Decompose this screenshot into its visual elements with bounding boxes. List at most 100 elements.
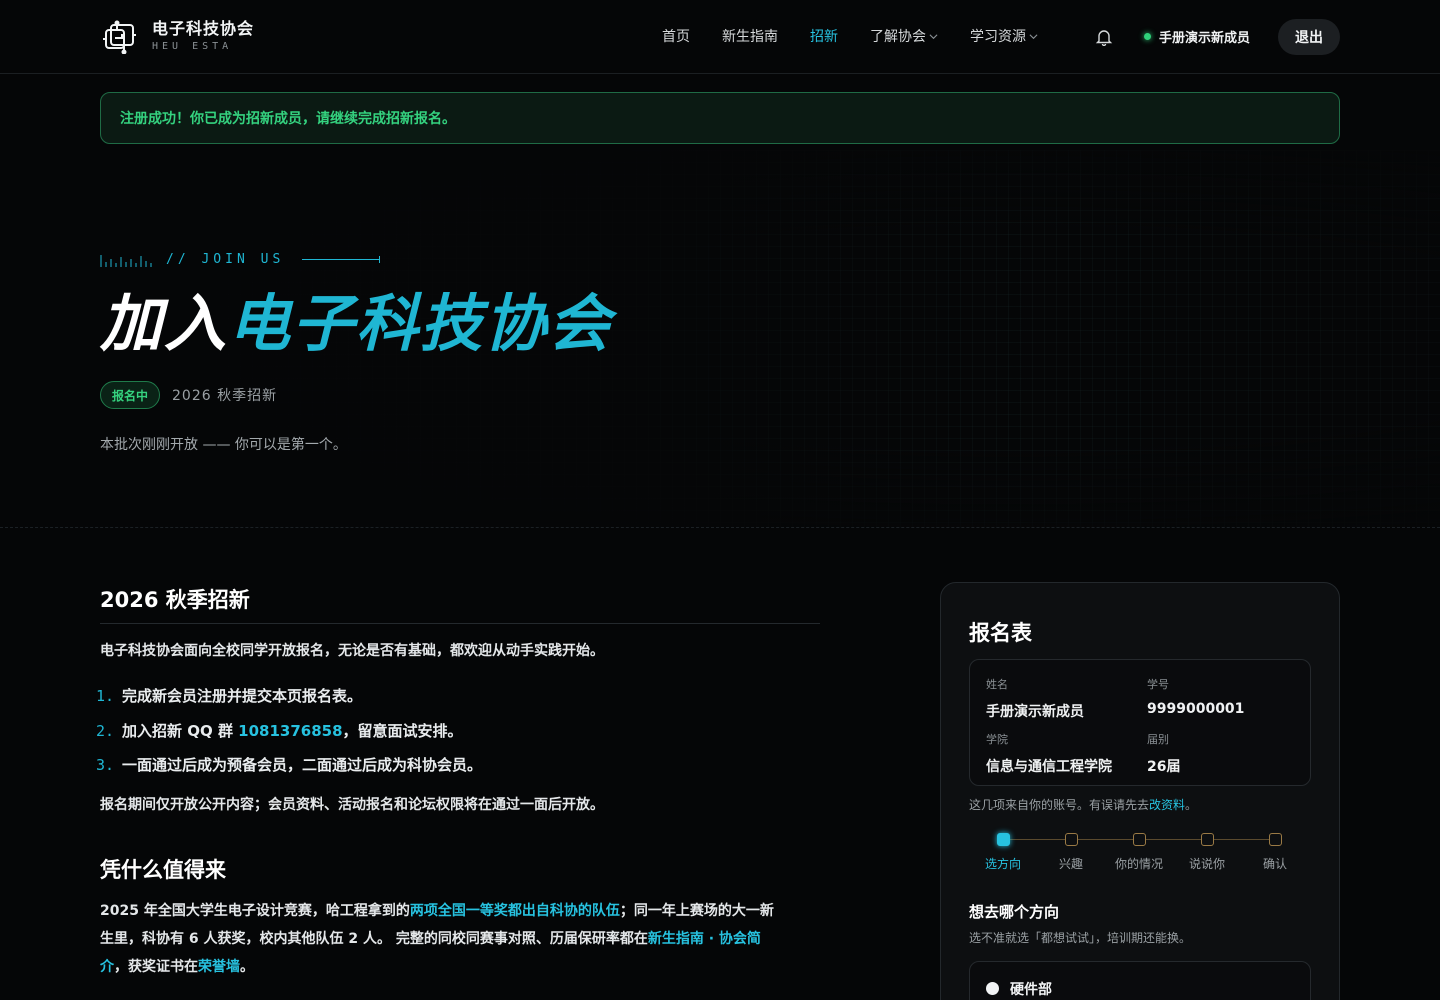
- why-text: 2025 年全国大学生电子设计竞赛，哈工程拿到的: [100, 902, 410, 919]
- nav-resources-label: 学习资源: [970, 29, 1026, 45]
- step-label-confirm[interactable]: 确认: [1263, 855, 1287, 872]
- why-paragraph: 2025 年全国大学生电子设计竞赛，哈工程拿到的两项全国一等奖都出自科协的队伍；…: [100, 897, 820, 981]
- why-text: ，获奖证书在: [114, 958, 198, 975]
- bell-icon[interactable]: [1095, 28, 1113, 46]
- info-student-id: 学号 9999000001: [1147, 676, 1244, 717]
- section-heading-why: 凭什么值得来: [100, 857, 226, 882]
- info-label: 姓名: [986, 678, 1008, 691]
- list-item-text: 加入招新 QQ 群 1081376858，留意面试安排。: [122, 714, 463, 749]
- status-badge: 报名中: [100, 381, 161, 409]
- hero-eyebrow: // JOIN US: [100, 252, 381, 267]
- nav-about-dropdown[interactable]: 了解协会: [870, 26, 938, 46]
- info-value: 9999000001: [1147, 701, 1245, 717]
- info-value: 信息与通信工程学院: [986, 759, 1112, 775]
- qq-group-suffix: ，留意面试安排。: [342, 721, 463, 740]
- account-note-text: 。: [1185, 798, 1198, 812]
- why-text: 。: [240, 958, 254, 975]
- section-divider: [100, 623, 820, 624]
- direction-option-hardware[interactable]: 硬件部: [969, 961, 1311, 1000]
- stepper-connector: [1214, 839, 1269, 840]
- nav-freshman-guide[interactable]: 新生指南: [722, 26, 778, 46]
- logo-subtitle: HEU ESTA: [152, 40, 233, 52]
- waveform-ticks-icon: [100, 254, 152, 267]
- question-hint: 选不准就选「都想试试」，培训期还能换。: [969, 931, 1192, 945]
- info-name: 姓名 手册演示新成员: [986, 676, 1084, 721]
- nav-home-label: 首页: [662, 29, 690, 45]
- section-heading-recruit: 2026 秋季招新: [100, 588, 250, 612]
- success-alert: 注册成功！你已成为招新成员，请继续完成招新报名。: [100, 92, 1340, 144]
- stepper-connector: [1146, 839, 1201, 840]
- hero-eyebrow-text: // JOIN US: [166, 252, 285, 267]
- hero-title: 加入电子科技协会: [100, 284, 612, 364]
- list-item: 1. 完成新会员注册并提交本页报名表。: [96, 679, 820, 714]
- user-name: 手册演示新成员: [1159, 31, 1251, 46]
- step-label-situation[interactable]: 你的情况: [1115, 855, 1163, 872]
- info-label: 届别: [1147, 733, 1169, 746]
- stepper-connector: [1010, 839, 1065, 840]
- freshman-guide-link-cont[interactable]: 介: [100, 959, 114, 975]
- nav-home[interactable]: 首页: [662, 26, 690, 46]
- season-label: 2026 秋季招新: [172, 388, 278, 404]
- step-marker-confirm[interactable]: [1269, 833, 1282, 846]
- recruit-steps-list: 1. 完成新会员注册并提交本页报名表。 2. 加入招新 QQ 群 1081376…: [96, 679, 820, 783]
- nav-resources-dropdown[interactable]: 学习资源: [970, 26, 1038, 46]
- stepper-connector: [1078, 839, 1133, 840]
- step-marker-situation[interactable]: [1133, 833, 1146, 846]
- info-cohort: 届别 26届: [1147, 731, 1180, 776]
- nav-freshman-guide-label: 新生指南: [722, 29, 778, 45]
- list-item-text: 一面通过后成为预备会员，二面通过后成为科协会员。: [122, 756, 483, 774]
- hero-section: // JOIN US 加入电子科技协会 报名中 2026 秋季招新 本批次刚刚开…: [0, 150, 1440, 528]
- user-menu[interactable]: 手册演示新成员: [1144, 27, 1250, 46]
- step-marker-direction[interactable]: [997, 833, 1010, 846]
- list-item: 2. 加入招新 QQ 群 1081376858，留意面试安排。: [96, 714, 820, 749]
- hero-status-row: 报名中 2026 秋季招新: [100, 381, 277, 409]
- online-status-dot: [1144, 33, 1151, 40]
- form-stepper: 选方向 兴趣 你的情况 说说你 确认: [969, 833, 1311, 873]
- eyebrow-line: [302, 256, 381, 263]
- qq-group-prefix: 加入招新 QQ 群: [122, 721, 239, 740]
- why-text: ；同一年上赛场的大一新: [619, 902, 774, 919]
- list-item: 3. 一面通过后成为预备会员，二面通过后成为科协会员。: [96, 748, 820, 783]
- step-label-interest[interactable]: 兴趣: [1059, 855, 1083, 872]
- logout-button[interactable]: 退出: [1278, 19, 1340, 55]
- chevron-down-icon: [929, 33, 938, 39]
- award-teams-link[interactable]: 两项全国一等奖都出自科协的队伍: [410, 903, 620, 919]
- info-value: 手册演示新成员: [986, 704, 1084, 720]
- info-value: 26届: [1147, 759, 1181, 775]
- info-label: 学号: [1147, 678, 1169, 691]
- step-marker-interest[interactable]: [1065, 833, 1078, 846]
- logo-title: 电子科技协会: [152, 18, 255, 38]
- hero-subtitle: 本批次刚刚开放 —— 你可以是第一个。: [100, 437, 347, 453]
- step-label-about-you[interactable]: 说说你: [1189, 855, 1225, 872]
- account-note: 这几项来自你的账号。有误请先去改资料。: [969, 796, 1197, 813]
- list-item-text: 完成新会员注册并提交本页报名表。: [122, 687, 363, 705]
- chevron-down-icon: [1029, 33, 1038, 39]
- recruit-intro: 电子科技协会面向全校同学开放报名，无论是否有基础，都欢迎从动手实践开始。: [100, 643, 604, 659]
- site-logo[interactable]: 电子科技协会 HEU ESTA: [102, 18, 254, 54]
- hero-title-prefix: 加入: [100, 287, 229, 360]
- main-content: 2026 秋季招新 电子科技协会面向全校同学开放报名，无论是否有基础，都欢迎从动…: [96, 584, 820, 981]
- nav-recruit[interactable]: 招新: [810, 26, 838, 46]
- hero-title-accent: 电子科技协会: [228, 287, 613, 360]
- form-title: 报名表: [969, 621, 1032, 645]
- list-item-number: 1.: [96, 687, 115, 705]
- edit-profile-link[interactable]: 改资料: [1149, 798, 1185, 812]
- question-title: 想去哪个方向: [969, 903, 1060, 921]
- step-label-direction[interactable]: 选方向: [985, 855, 1021, 872]
- recruit-note: 报名期间仅开放公开内容；会员资料、活动报名和论坛权限将在通过一面后开放。: [100, 796, 604, 813]
- radio-button[interactable]: [986, 982, 999, 995]
- freshman-guide-link[interactable]: 新生指南 · 协会简: [648, 931, 761, 947]
- account-note-text: 这几项来自你的账号。有误请先去: [969, 798, 1150, 812]
- nav-recruit-label: 招新: [810, 29, 838, 45]
- list-item-number: 3.: [96, 756, 115, 774]
- info-college: 学院 信息与通信工程学院: [986, 731, 1112, 776]
- step-marker-about-you[interactable]: [1201, 833, 1214, 846]
- main-nav: 首页 新生指南 招新 了解协会 学习资源: [662, 26, 1070, 46]
- why-text: 生里，科协有 6 人获奖，校内其他队伍 2 人。 完整的同校同赛事对照、历届保研…: [100, 930, 648, 947]
- success-alert-text: 注册成功！你已成为招新成员，请继续完成招新报名。: [120, 111, 456, 127]
- qq-group-number: 1081376858: [238, 721, 343, 740]
- list-item-number: 2.: [96, 721, 115, 740]
- top-navbar: 电子科技协会 HEU ESTA 首页 新生指南 招新 了解协会 学习资源 手册演…: [0, 0, 1440, 74]
- honor-wall-link[interactable]: 荣誉墙: [198, 959, 240, 975]
- signup-form-card: 报名表 姓名 手册演示新成员 学号 9999000001 学院 信息与通信工程学…: [940, 582, 1340, 1000]
